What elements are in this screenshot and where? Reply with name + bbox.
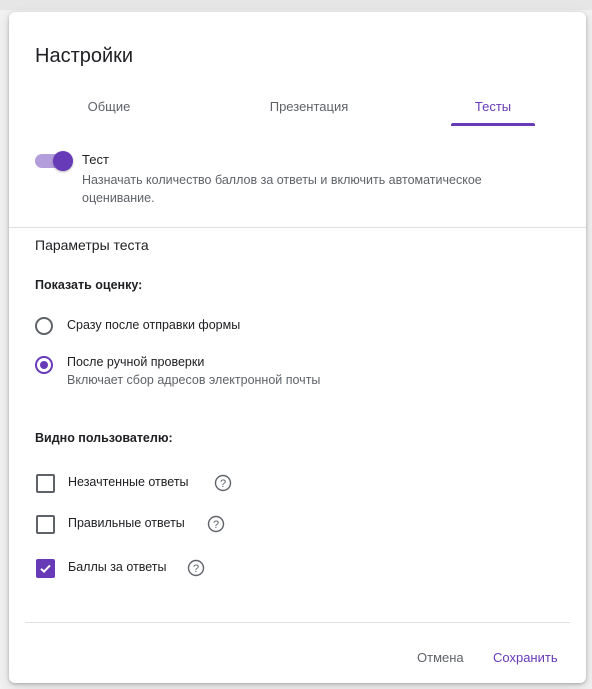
checkbox-point-values[interactable] xyxy=(36,559,55,578)
save-button[interactable]: Сохранить xyxy=(493,650,558,665)
help-circle-icon[interactable]: ? xyxy=(187,559,205,577)
quiz-options-title: Параметры теста xyxy=(35,237,149,253)
tab-general[interactable]: Общие xyxy=(69,92,149,136)
tab-quizzes[interactable]: Тесты xyxy=(451,92,535,136)
tab-bar: Общие Презентация Тесты xyxy=(9,92,586,136)
radio-manual-review-label[interactable]: После ручной проверки xyxy=(67,355,204,369)
svg-text:?: ? xyxy=(213,519,219,531)
radio-immediately-label[interactable]: Сразу после отправки формы xyxy=(67,318,240,332)
checkbox-correct-answers-label[interactable]: Правильные ответы xyxy=(68,516,185,530)
checkbox-correct-answers[interactable] xyxy=(36,515,55,534)
checkbox-point-values-label[interactable]: Баллы за ответы xyxy=(68,560,167,574)
dialog-title: Настройки xyxy=(35,45,134,67)
checkbox-missed-questions-label[interactable]: Незачтенные ответы xyxy=(68,475,189,489)
release-grade-heading: Показать оценку: xyxy=(35,278,143,292)
radio-manual-review[interactable] xyxy=(35,356,53,374)
help-circle-icon[interactable]: ? xyxy=(214,474,232,492)
checkmark-icon xyxy=(40,564,51,574)
quiz-toggle-description: Назначать количество баллов за ответы и … xyxy=(82,173,482,205)
respondent-can-see-heading: Видно пользователю: xyxy=(35,431,173,445)
active-tab-indicator xyxy=(451,123,535,126)
svg-text:?: ? xyxy=(220,478,226,490)
help-circle-icon[interactable]: ? xyxy=(207,515,225,533)
radio-immediately[interactable] xyxy=(35,317,53,335)
settings-dialog: Настройки Общие Презентация Тесты Тест Н… xyxy=(9,12,586,683)
quiz-toggle[interactable] xyxy=(35,151,73,171)
svg-text:?: ? xyxy=(193,563,199,575)
checkbox-missed-questions[interactable] xyxy=(36,474,55,493)
footer-divider xyxy=(25,622,570,623)
cancel-button[interactable]: Отмена xyxy=(417,650,464,665)
backdrop xyxy=(0,0,592,10)
quiz-toggle-label: Тест xyxy=(82,152,109,167)
divider xyxy=(9,227,586,228)
toggle-knob xyxy=(53,151,73,171)
tab-presentation[interactable]: Презентация xyxy=(239,92,379,136)
radio-manual-review-description: Включает сбор адресов электронной почты xyxy=(67,373,321,387)
